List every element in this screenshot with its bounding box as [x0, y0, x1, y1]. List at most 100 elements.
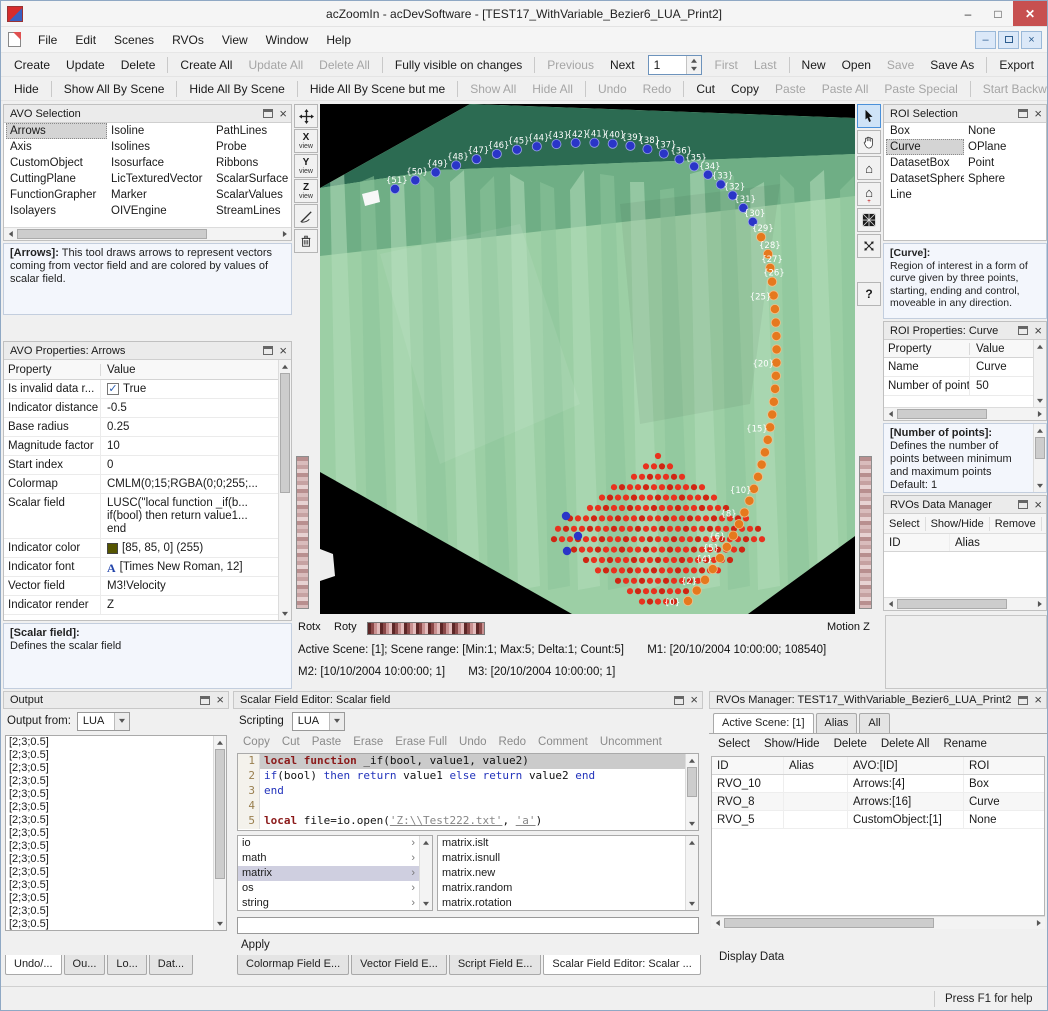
- property-row-indicator-distance[interactable]: Indicator distance-0.5: [4, 399, 278, 418]
- output-row[interactable]: [2;3;0.5]: [6, 775, 213, 788]
- member-item-matrix-isnull[interactable]: matrix.isnull: [438, 851, 685, 866]
- checkbox-checked[interactable]: ✓: [107, 383, 119, 395]
- 3d-viewport-canvas[interactable]: {51}{50}{49}{48}{47}{46}{45}{44}{43}{42}…: [320, 104, 855, 614]
- close-panel-icon[interactable]: ×: [1034, 695, 1042, 705]
- property-row-colormap[interactable]: ColormapCMLM(0;15;RGBA(0;0;255;...: [4, 475, 278, 494]
- apply-button[interactable]: Apply: [241, 939, 270, 951]
- editor-button-uncomment[interactable]: Uncomment: [594, 734, 668, 750]
- home-view-button[interactable]: ⌂: [857, 156, 881, 180]
- panel-header[interactable]: ROI Properties: Curve ×: [884, 322, 1046, 340]
- motion-z-label[interactable]: Motion Z: [827, 621, 870, 633]
- toolbar-button-create-all[interactable]: Create All: [172, 56, 240, 74]
- avo-item-probe[interactable]: Probe: [212, 139, 291, 155]
- float-panel-icon[interactable]: [1018, 326, 1028, 335]
- toolbar-button-cut[interactable]: Cut: [688, 80, 723, 98]
- toolbar-button-hide-all[interactable]: Hide All: [524, 80, 581, 98]
- library-list[interactable]: io›math›matrix›os›string›: [237, 835, 433, 911]
- code-line[interactable]: 5local file=io.open('Z:\\Test222.txt', '…: [238, 814, 685, 829]
- mdi-minimize-button[interactable]: –: [975, 31, 996, 49]
- scroll-thumb[interactable]: [280, 373, 290, 493]
- spinner-down-icon[interactable]: [687, 65, 701, 74]
- tab-lo[interactable]: Lo...: [107, 955, 146, 975]
- scroll-down-arrow[interactable]: [214, 918, 226, 930]
- toolbar-button-delete-all[interactable]: Delete All: [311, 56, 378, 74]
- property-value[interactable]: -0.5: [101, 399, 278, 417]
- avo-item-isolines[interactable]: Isolines: [107, 139, 212, 155]
- roty-label[interactable]: Roty: [334, 621, 357, 633]
- output-row[interactable]: [2;3;0.5]: [6, 814, 213, 827]
- vertical-scrollbar[interactable]: [1033, 424, 1046, 492]
- move-view-button[interactable]: [294, 104, 318, 128]
- close-panel-icon[interactable]: ×: [690, 695, 698, 705]
- avo-item-isolayers[interactable]: Isolayers: [6, 203, 107, 219]
- code-line[interactable]: 4: [238, 799, 685, 814]
- panel-header[interactable]: AVO Selection ×: [4, 105, 291, 123]
- rvo-row-rvo-8[interactable]: RVO_8Arrows:[16]Curve: [712, 793, 1044, 811]
- scroll-thumb[interactable]: [687, 767, 697, 797]
- editor-button-erase[interactable]: Erase: [347, 734, 389, 750]
- output-row[interactable]: [2;3;0.5]: [6, 879, 213, 892]
- scroll-up-arrow[interactable]: [686, 836, 698, 848]
- toolbar-button-paste-special[interactable]: Paste Special: [876, 80, 965, 98]
- toolbar-button-redo[interactable]: Redo: [635, 80, 680, 98]
- column-header-alias[interactable]: Alias: [784, 757, 848, 774]
- scroll-thumb[interactable]: [1035, 437, 1045, 459]
- toolbar-button-open[interactable]: Open: [834, 56, 879, 74]
- vertical-scrollbar[interactable]: [685, 754, 698, 830]
- close-panel-icon[interactable]: ×: [216, 695, 224, 705]
- roi-item-point[interactable]: Point: [964, 155, 1046, 171]
- property-value[interactable]: 0: [101, 456, 278, 474]
- property-row-indicator-font[interactable]: Indicator fontA[Times New Roman, 12]: [4, 558, 278, 577]
- library-item-math[interactable]: math›: [238, 851, 419, 866]
- property-value[interactable]: [85, 85, 0] (255): [101, 539, 278, 557]
- menu-help[interactable]: Help: [317, 30, 360, 50]
- float-panel-icon[interactable]: [263, 109, 273, 118]
- delete-tool-button[interactable]: [294, 229, 318, 253]
- roi-item-none[interactable]: None: [964, 123, 1046, 139]
- property-row-number-of-points[interactable]: Number of points50: [884, 377, 1033, 396]
- manager-button-delete-all[interactable]: Delete All: [874, 736, 937, 752]
- code-line[interactable]: 1local function _if(bool, value1, value2…: [238, 754, 685, 769]
- property-row-base-radius[interactable]: Base radius0.25: [4, 418, 278, 437]
- toolbar-button-update-all[interactable]: Update All: [240, 56, 311, 74]
- toolbar-button-paste[interactable]: Paste: [767, 80, 814, 98]
- property-value[interactable]: Curve: [970, 358, 1033, 376]
- member-item-matrix-random[interactable]: matrix.random: [438, 881, 685, 896]
- panel-header[interactable]: RVOs Manager: TEST17_WithVariable_Bezier…: [709, 691, 1047, 709]
- scroll-down-arrow[interactable]: [1034, 395, 1046, 407]
- float-panel-icon[interactable]: [200, 696, 210, 705]
- close-panel-icon[interactable]: ×: [1034, 500, 1042, 510]
- column-header-value[interactable]: Value: [970, 343, 1033, 355]
- tab-colormap-field-e[interactable]: Colormap Field E...: [237, 955, 349, 975]
- scripting-language-dropdown[interactable]: LUA: [292, 712, 345, 731]
- data-manager-button-select[interactable]: Select: [884, 517, 926, 531]
- toolbar-button-start-backward[interactable]: Start Backward: [975, 80, 1048, 98]
- member-item-matrix-islt[interactable]: matrix.islt: [438, 836, 685, 851]
- roi-item-oplane[interactable]: OPlane: [964, 139, 1046, 155]
- code-line[interactable]: 2if(bool) then return value1 else return…: [238, 769, 685, 784]
- scroll-down-arrow[interactable]: [686, 898, 698, 910]
- toolbar-button-previous[interactable]: Previous: [539, 56, 602, 74]
- panel-header[interactable]: ROI Selection ×: [884, 105, 1046, 123]
- scroll-up-arrow[interactable]: [279, 360, 291, 372]
- editor-button-redo[interactable]: Redo: [493, 734, 533, 750]
- close-panel-icon[interactable]: ×: [1034, 326, 1042, 336]
- tab-active-scene-1[interactable]: Active Scene: [1]: [713, 713, 814, 733]
- scroll-left-arrow[interactable]: [884, 408, 896, 420]
- mdi-close-button[interactable]: ×: [1021, 31, 1042, 49]
- column-header-roi[interactable]: ROI: [964, 757, 1044, 774]
- toolbar-button-save-as[interactable]: Save As: [922, 56, 982, 74]
- library-item-io[interactable]: io›: [238, 836, 419, 851]
- horizontal-scrollbar[interactable]: [4, 227, 291, 240]
- toolbar-button-first[interactable]: First: [707, 56, 746, 74]
- tab-ou[interactable]: Ou...: [64, 955, 106, 975]
- menu-window[interactable]: Window: [257, 30, 318, 50]
- avo-item-streamlines[interactable]: StreamLines: [212, 203, 291, 219]
- tab-dat[interactable]: Dat...: [149, 955, 193, 975]
- rvo-row-rvo-10[interactable]: RVO_10Arrows:[4]Box: [712, 775, 1044, 793]
- float-panel-icon[interactable]: [1018, 109, 1028, 118]
- scroll-up-arrow[interactable]: [214, 736, 226, 748]
- tab-script-field-e[interactable]: Script Field E...: [449, 955, 542, 975]
- x-view-button[interactable]: X view: [294, 129, 318, 153]
- column-header-id[interactable]: ID: [884, 534, 950, 551]
